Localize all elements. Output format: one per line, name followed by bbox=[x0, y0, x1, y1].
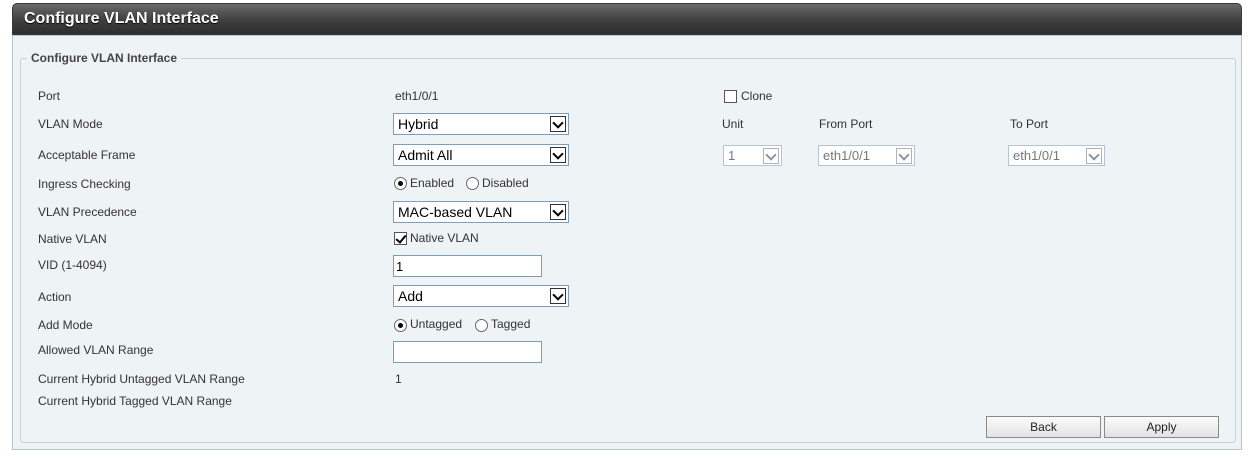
vlan-mode-label: VLAN Mode bbox=[38, 117, 103, 131]
ingress-disabled-label: Disabled bbox=[482, 176, 529, 190]
native-vlan-label: Native VLAN bbox=[38, 232, 107, 246]
port-value: eth1/0/1 bbox=[395, 89, 439, 103]
fieldset-legend: Configure VLAN Interface bbox=[27, 51, 182, 65]
ingress-disabled-radio[interactable] bbox=[466, 177, 479, 190]
chevron-down-icon bbox=[1086, 148, 1102, 164]
native-vlan-checkbox[interactable] bbox=[394, 232, 407, 245]
apply-button[interactable]: Apply bbox=[1104, 416, 1219, 438]
ingress-enabled-radio[interactable] bbox=[394, 177, 407, 190]
unit-value: 1 bbox=[728, 148, 736, 163]
to-port-select[interactable]: eth1/0/1 bbox=[1008, 145, 1105, 166]
allowed-vlan-range-label: Allowed VLAN Range bbox=[38, 343, 154, 357]
unit-header: Unit bbox=[722, 117, 744, 131]
to-port-header: To Port bbox=[1010, 117, 1049, 131]
current-untagged-label: Current Hybrid Untagged VLAN Range bbox=[38, 372, 245, 386]
chevron-down-icon bbox=[550, 147, 566, 163]
action-value: Add bbox=[398, 288, 423, 304]
back-button[interactable]: Back bbox=[986, 416, 1101, 438]
from-port-header: From Port bbox=[819, 117, 873, 131]
add-mode-untagged-radio[interactable] bbox=[394, 319, 407, 332]
acceptable-frame-label: Acceptable Frame bbox=[38, 148, 136, 162]
action-select[interactable]: Add bbox=[393, 285, 569, 307]
chevron-down-icon bbox=[763, 148, 779, 164]
from-port-value: eth1/0/1 bbox=[823, 148, 870, 163]
native-vlan-checkbox-label: Native VLAN bbox=[410, 231, 479, 245]
add-mode-label: Add Mode bbox=[38, 318, 93, 332]
chevron-down-icon bbox=[550, 288, 566, 304]
vid-input[interactable] bbox=[393, 255, 542, 277]
acceptable-frame-select[interactable]: Admit All bbox=[393, 144, 569, 166]
action-label: Action bbox=[38, 290, 72, 304]
add-mode-untagged-label: Untagged bbox=[410, 317, 463, 331]
add-mode-tagged-radio[interactable] bbox=[475, 319, 488, 332]
clone-checkbox[interactable] bbox=[724, 90, 737, 103]
unit-select[interactable]: 1 bbox=[723, 145, 782, 166]
vlan-mode-select[interactable]: Hybrid bbox=[393, 113, 569, 135]
current-tagged-label: Current Hybrid Tagged VLAN Range bbox=[38, 394, 232, 408]
current-untagged-value: 1 bbox=[395, 372, 402, 386]
window-title: Configure VLAN Interface bbox=[24, 10, 219, 27]
add-mode-tagged-label: Tagged bbox=[491, 317, 531, 331]
to-port-value: eth1/0/1 bbox=[1013, 148, 1060, 163]
window-titlebar: Configure VLAN Interface bbox=[12, 3, 1242, 35]
vlan-precedence-label: VLAN Precedence bbox=[38, 205, 137, 219]
vlan-precedence-value: MAC-based VLAN bbox=[398, 204, 513, 220]
chevron-down-icon bbox=[550, 204, 566, 220]
chevron-down-icon bbox=[550, 116, 566, 132]
ingress-checking-label: Ingress Checking bbox=[38, 177, 131, 191]
vlan-precedence-select[interactable]: MAC-based VLAN bbox=[393, 201, 569, 223]
from-port-select[interactable]: eth1/0/1 bbox=[818, 145, 915, 166]
allowed-vlan-range-input[interactable] bbox=[393, 341, 542, 363]
clone-label: Clone bbox=[741, 89, 773, 103]
vlan-mode-value: Hybrid bbox=[398, 116, 439, 132]
ingress-enabled-label: Enabled bbox=[410, 176, 455, 190]
chevron-down-icon bbox=[896, 148, 912, 164]
acceptable-frame-value: Admit All bbox=[398, 147, 453, 163]
vid-label: VID (1-4094) bbox=[38, 258, 107, 272]
port-label: Port bbox=[38, 89, 61, 103]
